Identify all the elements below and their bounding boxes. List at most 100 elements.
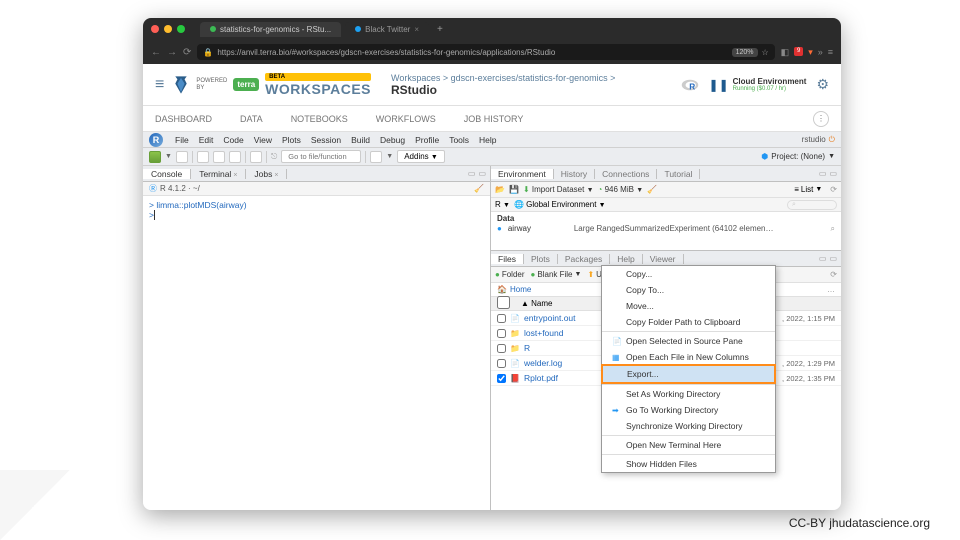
file-checkbox[interactable] — [497, 374, 506, 383]
scope-global[interactable]: 🌐 Global Environment ▼ — [514, 200, 606, 209]
open-button[interactable] — [197, 151, 209, 163]
dropdown-icon[interactable]: ▼ — [386, 153, 393, 160]
tab-tutorial[interactable]: Tutorial — [657, 169, 700, 179]
dropdown-icon[interactable]: ▼ — [165, 153, 172, 160]
menu-build[interactable]: Build — [351, 135, 370, 145]
file-checkbox[interactable] — [497, 314, 506, 323]
tab-workflows[interactable]: WORKFLOWS — [376, 114, 436, 124]
view-mode[interactable]: ≡ List ▼ — [794, 185, 822, 194]
close-icon[interactable]: × — [233, 172, 237, 179]
close-icon[interactable] — [151, 25, 159, 33]
menu-hidden[interactable]: Show Hidden Files — [602, 456, 775, 472]
menu-icon[interactable]: ≡ — [828, 47, 833, 58]
save-icon[interactable]: 💾 — [509, 185, 519, 194]
env-variable-row[interactable]: ● airway Large RangedSummarizedExperimen… — [497, 224, 835, 234]
back-button[interactable]: ← — [151, 47, 161, 58]
menu-edit[interactable]: Edit — [199, 135, 214, 145]
pocket-icon[interactable]: ▾ — [808, 47, 813, 58]
minimize-pane-icon[interactable]: ▭ — [468, 169, 476, 178]
menu-code[interactable]: Code — [223, 135, 243, 145]
zoom-badge[interactable]: 120% — [732, 48, 758, 57]
tab-notebooks[interactable]: NOTEBOOKS — [291, 114, 348, 124]
tab-plots[interactable]: Plots — [524, 254, 558, 264]
cloud-environment[interactable]: ❚❚ Cloud Environment Running ($0.07 / hr… — [709, 77, 807, 92]
save-button[interactable] — [213, 151, 225, 163]
tab-data[interactable]: DATA — [240, 114, 263, 124]
load-icon[interactable]: 📂 — [495, 185, 505, 194]
menu-goto-wd[interactable]: ➡Go To Working Directory — [602, 402, 775, 418]
new-tab-button[interactable]: + — [437, 24, 443, 35]
menu-profile[interactable]: Profile — [415, 135, 439, 145]
breadcrumb-path[interactable]: Workspaces > gdscn-exercises/statistics-… — [391, 73, 615, 83]
blank-file-button[interactable]: ●Blank File ▼ — [531, 270, 582, 279]
refresh-icon[interactable]: ⟳ — [830, 270, 837, 279]
menu-move[interactable]: Move... — [602, 298, 775, 314]
file-checkbox[interactable] — [497, 359, 506, 368]
browser-tab[interactable]: Black Twitter × — [345, 22, 429, 37]
tab-history[interactable]: History — [554, 169, 595, 179]
addins-button[interactable]: Addins ▼ — [397, 150, 445, 163]
pause-icon[interactable]: ❚❚ — [709, 78, 729, 92]
goto-file-input[interactable] — [281, 150, 361, 163]
import-dataset-button[interactable]: ⬇ Import Dataset ▼ — [523, 185, 594, 194]
url-field[interactable]: 🔒 https://anvil.terra.bio/#workspaces/gd… — [197, 44, 774, 60]
menu-open-columns[interactable]: ▦Open Each File in New Columns — [602, 349, 775, 365]
home-icon[interactable]: 🏠 — [497, 285, 507, 294]
maximize-pane-icon[interactable]: ▭ — [829, 169, 837, 178]
pane-controls[interactable]: ▭▭ — [815, 169, 841, 178]
console-body[interactable]: > limma::plotMDS(airway) > — [143, 196, 490, 510]
anvil-logo[interactable]: POWERED BY terra — [172, 75, 259, 95]
forward-button[interactable]: → — [167, 47, 177, 58]
menu-help[interactable]: Help — [479, 135, 496, 145]
clear-console-icon[interactable]: 🧹 — [474, 184, 484, 193]
grid-button[interactable] — [370, 151, 382, 163]
maximize-pane-icon[interactable]: ▭ — [478, 169, 486, 178]
minimize-pane-icon[interactable]: ▭ — [819, 169, 827, 178]
gear-icon[interactable]: ⚙ — [816, 76, 829, 93]
reload-button[interactable]: ⟳ — [183, 47, 191, 58]
tab-terminal[interactable]: Terminal× — [191, 169, 246, 179]
menu-copy-to[interactable]: Copy To... — [602, 282, 775, 298]
hamburger-icon[interactable]: ≡ — [155, 76, 164, 94]
inspect-icon[interactable]: ⌕ — [831, 224, 835, 234]
minimize-icon[interactable] — [164, 25, 172, 33]
menu-session[interactable]: Session — [311, 135, 341, 145]
menu-copy[interactable]: Copy... — [602, 266, 775, 282]
new-project-button[interactable] — [176, 151, 188, 163]
project-selector[interactable]: ⬢ Project: (None) ▼ — [761, 152, 835, 161]
menu-copy-path[interactable]: Copy Folder Path to Clipboard — [602, 314, 775, 330]
extension-badge-icon[interactable]: 9 — [794, 47, 803, 56]
traffic-lights[interactable] — [151, 25, 185, 33]
scope-r[interactable]: R ▼ — [495, 200, 510, 209]
menu-export[interactable]: Export... — [601, 364, 776, 384]
menu-file[interactable]: File — [175, 135, 189, 145]
menu-view[interactable]: View — [254, 135, 272, 145]
new-file-button[interactable] — [149, 151, 161, 163]
file-checkbox[interactable] — [497, 329, 506, 338]
pane-controls[interactable]: ▭▭ — [815, 254, 841, 263]
expand-icon[interactable]: ● — [497, 224, 502, 234]
tab-environment[interactable]: Environment — [491, 169, 554, 179]
maximize-pane-icon[interactable]: ▭ — [829, 254, 837, 263]
tab-viewer[interactable]: Viewer — [643, 254, 684, 264]
file-checkbox[interactable] — [497, 344, 506, 353]
menu-tools[interactable]: Tools — [449, 135, 469, 145]
refresh-icon[interactable]: ⟳ — [830, 185, 837, 194]
env-search-input[interactable]: ⌕ — [787, 200, 837, 210]
tab-dashboard[interactable]: DASHBOARD — [155, 114, 212, 124]
menu-open-source[interactable]: 📄Open Selected in Source Pane — [602, 333, 775, 349]
breadcrumb[interactable]: Workspaces > gdscn-exercises/statistics-… — [391, 73, 615, 97]
tab-files[interactable]: Files — [491, 254, 524, 264]
extension-icon[interactable]: ◧ — [781, 47, 790, 58]
tab-close-icon[interactable]: × — [414, 25, 419, 34]
tab-job-history[interactable]: JOB HISTORY — [464, 114, 524, 124]
tab-connections[interactable]: Connections — [595, 169, 657, 179]
menu-terminal[interactable]: Open New Terminal Here — [602, 437, 775, 453]
tab-console[interactable]: Console — [143, 169, 191, 179]
bookmark-icon[interactable]: ☆ — [762, 48, 769, 57]
r-logo-icon[interactable]: R — [681, 78, 699, 92]
print-button[interactable] — [250, 151, 262, 163]
browser-tab-active[interactable]: statistics-for-genomics - RStu... — [200, 22, 341, 37]
minimize-pane-icon[interactable]: ▭ — [819, 254, 827, 263]
maximize-icon[interactable] — [177, 25, 185, 33]
